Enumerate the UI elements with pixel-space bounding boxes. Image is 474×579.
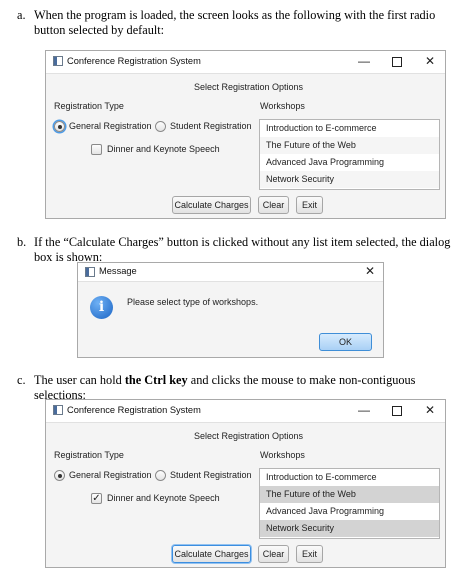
paragraph-c-label: c.	[17, 373, 26, 387]
dinner-checkbox[interactable]	[91, 144, 102, 155]
student-registration-label[interactable]: Student Registration	[170, 121, 252, 131]
close-icon[interactable]: ✕	[420, 52, 440, 72]
general-registration-radio[interactable]	[54, 470, 65, 481]
dinner-label[interactable]: Dinner and Keynote Speech	[107, 493, 220, 503]
registration-window-initial: Conference Registration System — ✕ Selec…	[45, 50, 446, 219]
paragraph-b-text: If the “Calculate Charges” button is cli…	[34, 235, 451, 264]
maximize-icon[interactable]	[387, 401, 407, 421]
title-bar[interactable]: Conference Registration System — ✕	[46, 400, 445, 423]
dialog-title-bar[interactable]: Message ✕	[78, 263, 383, 282]
paragraph-a-label: a.	[17, 8, 26, 22]
workshop-item-ecommerce[interactable]: Introduction to E-commerce	[260, 469, 439, 486]
registration-type-label: Registration Type	[54, 450, 124, 460]
workshop-item-security[interactable]: Network Security	[260, 171, 439, 188]
paragraph-a: a. When the program is loaded, the scree…	[17, 8, 467, 40]
dialog-close-icon[interactable]: ✕	[360, 262, 380, 282]
clear-button[interactable]: Clear	[258, 196, 289, 214]
calculate-charges-button[interactable]: Calculate Charges	[172, 196, 251, 214]
maximize-icon[interactable]	[387, 52, 407, 72]
workshops-list[interactable]: Introduction to E-commerce The Future of…	[259, 119, 440, 190]
general-registration-label[interactable]: General Registration	[69, 470, 152, 480]
workshops-label: Workshops	[260, 450, 305, 460]
student-registration-radio[interactable]	[155, 470, 166, 481]
dialog-message: Please select type of workshops.	[127, 297, 259, 307]
paragraph-a-text: When the program is loaded, the screen l…	[34, 8, 436, 37]
student-registration-radio[interactable]	[155, 121, 166, 132]
options-header: Select Registration Options	[194, 431, 304, 441]
workshop-item-java[interactable]: Advanced Java Programming	[260, 503, 439, 520]
ok-button[interactable]: OK	[319, 333, 372, 351]
registration-type-label: Registration Type	[54, 101, 124, 111]
workshop-item-future-web[interactable]: The Future of the Web	[260, 137, 439, 154]
dinner-checkbox[interactable]: ✓	[91, 493, 102, 504]
options-header: Select Registration Options	[194, 82, 304, 92]
workshops-label: Workshops	[260, 101, 305, 111]
close-icon[interactable]: ✕	[420, 401, 440, 421]
title-bar[interactable]: Conference Registration System — ✕	[46, 51, 445, 74]
app-icon	[53, 405, 63, 415]
dinner-label[interactable]: Dinner and Keynote Speech	[107, 144, 220, 154]
app-icon	[53, 56, 63, 66]
minimize-icon[interactable]: —	[354, 401, 374, 421]
workshop-item-security[interactable]: Network Security	[260, 520, 439, 537]
dialog-title: Message	[99, 266, 137, 276]
ctrl-key-emphasis: the Ctrl key	[124, 373, 188, 387]
general-registration-radio[interactable]	[54, 121, 65, 132]
calculate-charges-button[interactable]: Calculate Charges	[172, 545, 251, 563]
window-title: Conference Registration System	[67, 56, 201, 66]
clear-button[interactable]: Clear	[258, 545, 289, 563]
general-registration-label[interactable]: General Registration	[69, 121, 152, 131]
exit-button[interactable]: Exit	[296, 545, 323, 563]
window-title: Conference Registration System	[67, 405, 201, 415]
dialog-app-icon	[85, 267, 95, 277]
info-icon: i	[90, 296, 113, 319]
minimize-icon[interactable]: —	[354, 52, 374, 72]
paragraph-c: c. The user can hold the Ctrl key and cl…	[17, 373, 467, 402]
student-registration-label[interactable]: Student Registration	[170, 470, 252, 480]
workshops-list[interactable]: Introduction to E-commerce The Future of…	[259, 468, 440, 539]
paragraph-b-label: b.	[17, 235, 27, 249]
message-dialog: Message ✕ i Please select type of worksh…	[77, 262, 384, 358]
registration-window-multiselect: Conference Registration System — ✕ Selec…	[45, 399, 446, 568]
workshop-item-future-web[interactable]: The Future of the Web	[260, 486, 439, 503]
workshop-item-ecommerce[interactable]: Introduction to E-commerce	[260, 120, 439, 137]
workshop-item-java[interactable]: Advanced Java Programming	[260, 154, 439, 171]
exit-button[interactable]: Exit	[296, 196, 323, 214]
